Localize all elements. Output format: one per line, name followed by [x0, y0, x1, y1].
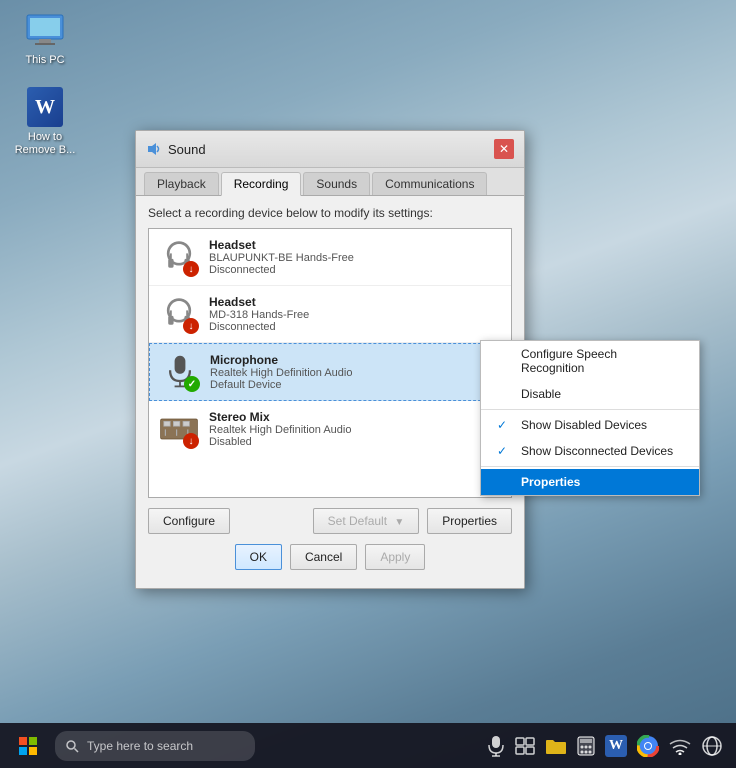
stereo-mix-detail: Realtek High Definition Audio: [209, 424, 351, 436]
word-doc-icon: W: [25, 87, 65, 127]
microphone-detail: Realtek High Definition Audio: [210, 367, 352, 379]
properties-button[interactable]: Properties: [427, 508, 512, 534]
taskbar-globe-icon[interactable]: [701, 735, 723, 757]
context-menu-item-disable[interactable]: Disable: [481, 381, 699, 407]
headset1-name: Headset: [209, 238, 354, 252]
apply-button[interactable]: Apply: [365, 544, 425, 570]
word-doc-label: How to Remove B...: [10, 131, 80, 157]
this-pc-label: This PC: [25, 54, 64, 67]
desktop: This PC W How to Remove B... Sound ✕ Pla…: [0, 0, 736, 768]
desktop-icon-word-doc[interactable]: W How to Remove B...: [10, 87, 80, 157]
set-default-button[interactable]: Set Default ▼: [313, 508, 420, 534]
dialog-titlebar: Sound ✕: [136, 131, 524, 168]
microphone-info: Microphone Realtek High Definition Audio…: [210, 353, 352, 391]
tab-playback[interactable]: Playback: [144, 172, 219, 195]
dialog-instruction: Select a recording device below to modif…: [148, 206, 512, 220]
headset2-icon: ↓: [159, 294, 199, 334]
device-item-headset1[interactable]: ↓ Headset BLAUPUNKT-BE Hands-Free Discon…: [149, 229, 511, 286]
tab-communications[interactable]: Communications: [372, 172, 487, 195]
context-menu-item-configure-speech[interactable]: Configure Speech Recognition: [481, 341, 699, 381]
context-menu-divider: [481, 409, 699, 410]
stereo-mix-icon: ↓: [159, 409, 199, 449]
dialog-close-button[interactable]: ✕: [494, 139, 514, 159]
taskbar-search[interactable]: Type here to search: [55, 731, 255, 761]
configure-button[interactable]: Configure: [148, 508, 230, 534]
dialog-tabs: Playback Recording Sounds Communications: [136, 168, 524, 196]
start-button[interactable]: [5, 723, 50, 768]
tab-recording[interactable]: Recording: [221, 172, 302, 196]
headset2-info: Headset MD-318 Hands-Free Disconnected: [209, 295, 309, 333]
headset1-status: Disconnected: [209, 264, 354, 276]
dialog-action-buttons: Configure Set Default ▼ Properties: [148, 508, 512, 534]
device-item-microphone[interactable]: ✓ Microphone Realtek High Definition Aud…: [149, 343, 511, 401]
context-menu-item-properties[interactable]: Properties: [481, 469, 699, 495]
tab-sounds[interactable]: Sounds: [303, 172, 370, 195]
headset2-status-badge: ↓: [183, 318, 199, 334]
headset2-name: Headset: [209, 295, 309, 309]
device-item-stereo-mix[interactable]: ↓ Stereo Mix Realtek High Definition Aud…: [149, 401, 511, 457]
sound-dialog: Sound ✕ Playback Recording Sounds Commun…: [135, 130, 525, 589]
context-menu-item-show-disabled[interactable]: ✓ Show Disabled Devices: [481, 412, 699, 438]
taskbar-search-icon: [65, 739, 79, 753]
stereo-mix-status-badge: ↓: [183, 433, 199, 449]
search-bar-text: Type here to search: [87, 739, 193, 753]
dialog-bottom-buttons: OK Cancel Apply: [148, 544, 512, 578]
dialog-content: Select a recording device below to modif…: [136, 196, 524, 588]
context-menu-item-show-disconnected[interactable]: ✓ Show Disconnected Devices: [481, 438, 699, 464]
stereo-mix-info: Stereo Mix Realtek High Definition Audio…: [209, 410, 351, 448]
desktop-icon-this-pc[interactable]: This PC: [10, 10, 80, 67]
headset2-detail: MD-318 Hands-Free: [209, 309, 309, 321]
device-list[interactable]: ↓ Headset BLAUPUNKT-BE Hands-Free Discon…: [148, 228, 512, 498]
taskbar-word-icon[interactable]: W: [605, 735, 627, 757]
microphone-status: Default Device: [210, 379, 352, 391]
headset1-icon: ↓: [159, 237, 199, 277]
taskbar-system-icons: W: [479, 735, 731, 757]
microphone-status-badge: ✓: [184, 376, 200, 392]
headset2-status: Disconnected: [209, 321, 309, 333]
taskbar-folder-icon[interactable]: [545, 737, 567, 755]
desktop-icons-container: This PC W How to Remove B...: [10, 10, 80, 158]
stereo-mix-name: Stereo Mix: [209, 410, 351, 424]
context-menu: Configure Speech Recognition Disable ✓ S…: [480, 340, 700, 496]
microphone-name: Microphone: [210, 353, 352, 367]
taskbar-microphone-icon[interactable]: [487, 735, 505, 757]
ok-button[interactable]: OK: [235, 544, 282, 570]
device-item-headset2[interactable]: ↓ Headset MD-318 Hands-Free Disconnected: [149, 286, 511, 343]
microphone-icon: ✓: [160, 352, 200, 392]
stereo-mix-status: Disabled: [209, 436, 351, 448]
this-pc-icon: [25, 10, 65, 50]
taskbar-wifi-icon[interactable]: [669, 737, 691, 755]
headset1-detail: BLAUPUNKT-BE Hands-Free: [209, 252, 354, 264]
speaker-icon: [146, 141, 162, 157]
cancel-button[interactable]: Cancel: [290, 544, 357, 570]
taskbar-taskview-icon[interactable]: [515, 737, 535, 755]
headset1-status-badge: ↓: [183, 261, 199, 277]
taskbar: Type here to search: [0, 723, 736, 768]
headset1-info: Headset BLAUPUNKT-BE Hands-Free Disconne…: [209, 238, 354, 276]
context-menu-divider-2: [481, 466, 699, 467]
taskbar-calculator-icon[interactable]: [577, 736, 595, 756]
taskbar-chrome-icon[interactable]: [637, 735, 659, 757]
dialog-title: Sound: [168, 142, 206, 157]
